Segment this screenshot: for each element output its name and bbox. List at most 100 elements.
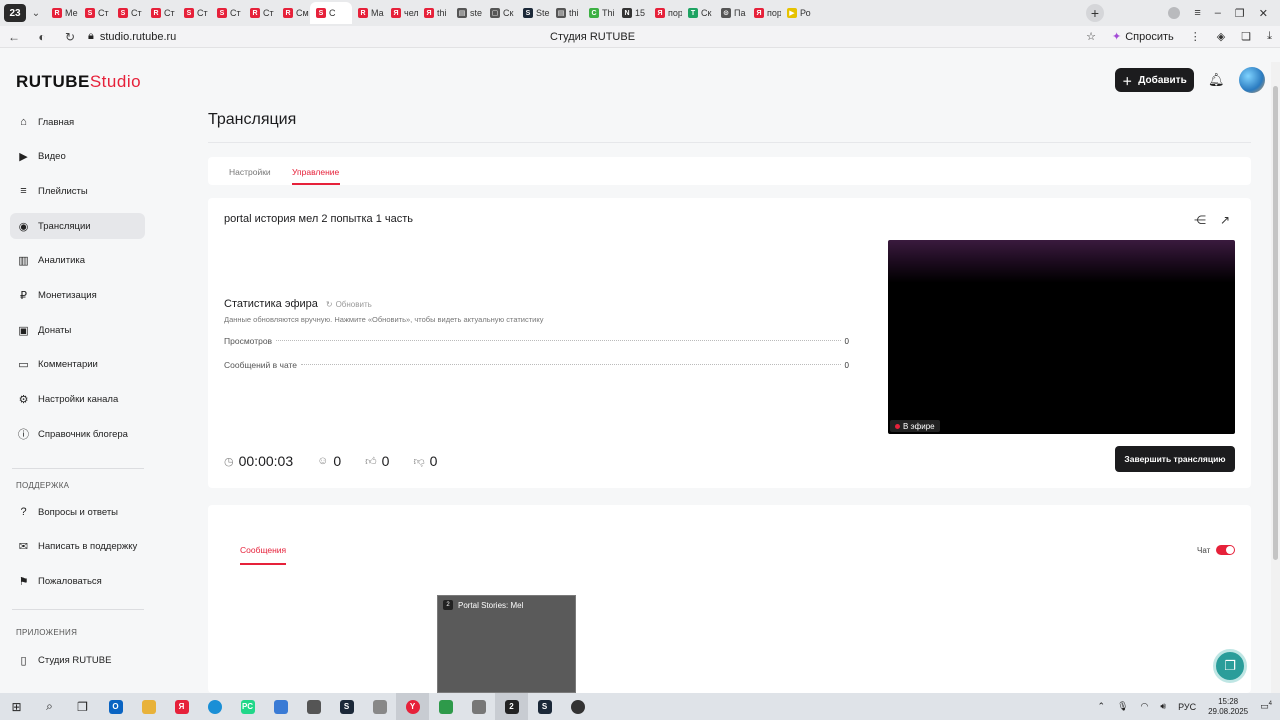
tab-counter[interactable]: 23 [4, 4, 26, 22]
favicon-icon: S [523, 8, 533, 18]
new-tab-button[interactable]: + [1086, 4, 1104, 22]
chevron-down-icon[interactable]: ⌄ [26, 8, 46, 19]
browser-tab[interactable]: R См [277, 2, 310, 24]
task-view-icon[interactable]: ❐ [66, 693, 99, 720]
browser-tab[interactable]: S Ste [517, 2, 550, 24]
more-icon[interactable]: ⋮ [1190, 30, 1201, 43]
avatar[interactable] [1239, 67, 1265, 93]
close-button[interactable]: ✕ [1259, 7, 1268, 20]
add-button[interactable]: ＋ Добавить [1115, 68, 1194, 92]
search-icon[interactable]: ⌕ [33, 693, 66, 720]
browser-tab[interactable]: R Ма [352, 2, 385, 24]
browser-tab[interactable]: C Thi [583, 2, 616, 24]
folder-icon[interactable] [132, 693, 165, 720]
rutube-studio-logo[interactable]: RUTUBEStudio [16, 72, 141, 92]
browser-tab[interactable]: Япор [649, 2, 682, 24]
browser-tab[interactable]: T Ск [682, 2, 715, 24]
browser-tab[interactable]: S Ст [79, 2, 112, 24]
collections-icon[interactable]: ❏ [1241, 30, 1251, 43]
favicon-icon: ▢ [490, 8, 500, 18]
url-field[interactable]: 🔒︎ studio.rutube.ru [88, 30, 528, 43]
maximize-button[interactable]: ❐ [1235, 7, 1245, 20]
start-icon[interactable]: ⊞ [0, 693, 33, 720]
browser-tab[interactable]: S Ст [112, 2, 145, 24]
reload-button[interactable]: ↻ [56, 30, 84, 44]
menu-icon[interactable]: ≡ [1194, 7, 1200, 19]
browser-tab[interactable]: S Ст [211, 2, 244, 24]
portal-stories-icon[interactable]: 2 [495, 693, 528, 720]
store-icon[interactable] [297, 693, 330, 720]
scrollbar-thumb[interactable] [1273, 86, 1278, 560]
shield-icon[interactable]: ◐ [28, 30, 56, 44]
sidebar-item[interactable]: ◉ Трансляции [10, 213, 145, 240]
back-button[interactable]: ← [0, 30, 28, 44]
notifications-icon[interactable]: ▭4 [1260, 701, 1272, 712]
browser-tab[interactable]: ▤ ste [451, 2, 484, 24]
sidebar-item[interactable]: ≡ Плейлисты [10, 178, 145, 204]
bookmark-icon[interactable]: ☆ [1086, 30, 1096, 43]
sidebar-item[interactable]: ₽ Монетизация [10, 282, 145, 308]
file-icon[interactable] [363, 693, 396, 720]
sidebar-item[interactable]: ? Вопросы и ответы [10, 499, 145, 525]
profile-icon[interactable] [1168, 7, 1181, 19]
sidebar-item[interactable]: ▯ Студия RUTUBE [10, 647, 145, 673]
microphone-icon[interactable]: 🎙︎ [1117, 701, 1128, 712]
chevron-up-icon[interactable]: ⌃ [1098, 701, 1106, 712]
browser-tab[interactable]: SС [310, 2, 352, 24]
browser-tab[interactable]: ▶ Ро [781, 2, 814, 24]
browser-tab[interactable]: ▤ thi [550, 2, 583, 24]
wifi-icon[interactable]: ◠ [1141, 701, 1149, 712]
share-icon[interactable]: ⋲ [1194, 213, 1206, 227]
download-icon[interactable]: ⤓ [1267, 30, 1272, 43]
outlook-icon[interactable]: O [99, 693, 132, 720]
clock[interactable]: 15:28 29.08.2025 [1208, 697, 1248, 717]
sidebar-item[interactable]: ▥ Аналитика [10, 248, 145, 274]
sidebar-item[interactable]: ⚑ Пожаловаться [10, 568, 145, 594]
sidebar-item[interactable]: ⚙ Настройки канала [10, 387, 145, 413]
external-link-icon[interactable]: ↗ [1220, 213, 1230, 227]
video-player[interactable] [888, 240, 1235, 434]
chat-toggle[interactable] [1216, 545, 1236, 555]
extension-icon[interactable]: ◈ [1217, 30, 1225, 43]
obs-icon[interactable] [561, 693, 594, 720]
steam-icon[interactable]: S [330, 693, 363, 720]
leader-dots [301, 364, 841, 365]
tab-messages[interactable]: Сообщения [240, 545, 286, 555]
yandex-icon[interactable]: Я [165, 693, 198, 720]
tab-settings[interactable]: Настройки [229, 167, 271, 177]
browser-tab[interactable]: Япор [748, 2, 781, 24]
sidebar-item[interactable]: ⓘ Справочник блогера [10, 421, 145, 447]
browser-tab[interactable]: ⊙ Па [715, 2, 748, 24]
steam-2-icon[interactable]: S [528, 693, 561, 720]
tab-management[interactable]: Управление [292, 167, 339, 177]
sidebar-item[interactable]: ✉ Написать в поддержку [10, 534, 145, 560]
refresh-button[interactable]: ↻ Обновить [326, 300, 372, 309]
ask-button[interactable]: ✦ Спросить [1112, 30, 1174, 44]
bell-icon[interactable]: 🔔︎ [1208, 72, 1225, 88]
steam-2-tile: S [537, 699, 552, 714]
browser-tab[interactable]: ▢ Ск [484, 2, 517, 24]
browser-tab[interactable]: R Ст [145, 2, 178, 24]
sidebar-item[interactable]: ▶ Видео [10, 144, 145, 170]
browser-tab[interactable]: Ячел [385, 2, 418, 24]
shield-app-icon[interactable] [429, 693, 462, 720]
sidebar-item[interactable]: ▭ Комментарии [10, 352, 145, 378]
sidebar-item[interactable]: ⌂ Главная [10, 109, 145, 135]
volume-icon[interactable]: 🔊︎ [1160, 701, 1166, 712]
document-icon[interactable] [462, 693, 495, 720]
help-chat-button[interactable]: ❐ [1213, 649, 1247, 683]
browser-tab[interactable]: R Ме [46, 2, 79, 24]
language-indicator[interactable]: РУС [1178, 702, 1196, 712]
page-title: Трансляция [208, 111, 297, 128]
edge-icon[interactable] [198, 693, 231, 720]
browser-tab[interactable]: R Ст [244, 2, 277, 24]
app-icon[interactable] [264, 693, 297, 720]
browser-tab[interactable]: N 15 [616, 2, 649, 24]
sidebar-item[interactable]: ▣ Донаты [10, 317, 145, 343]
browser-tab[interactable]: Яthi [418, 2, 451, 24]
pycharm-icon[interactable]: PC [231, 693, 264, 720]
minimize-button[interactable]: – [1215, 7, 1221, 19]
yandex-browser-icon[interactable]: Y [396, 693, 429, 720]
browser-tab[interactable]: S Ст [178, 2, 211, 24]
end-broadcast-button[interactable]: Завершить трансляцию [1115, 446, 1235, 472]
